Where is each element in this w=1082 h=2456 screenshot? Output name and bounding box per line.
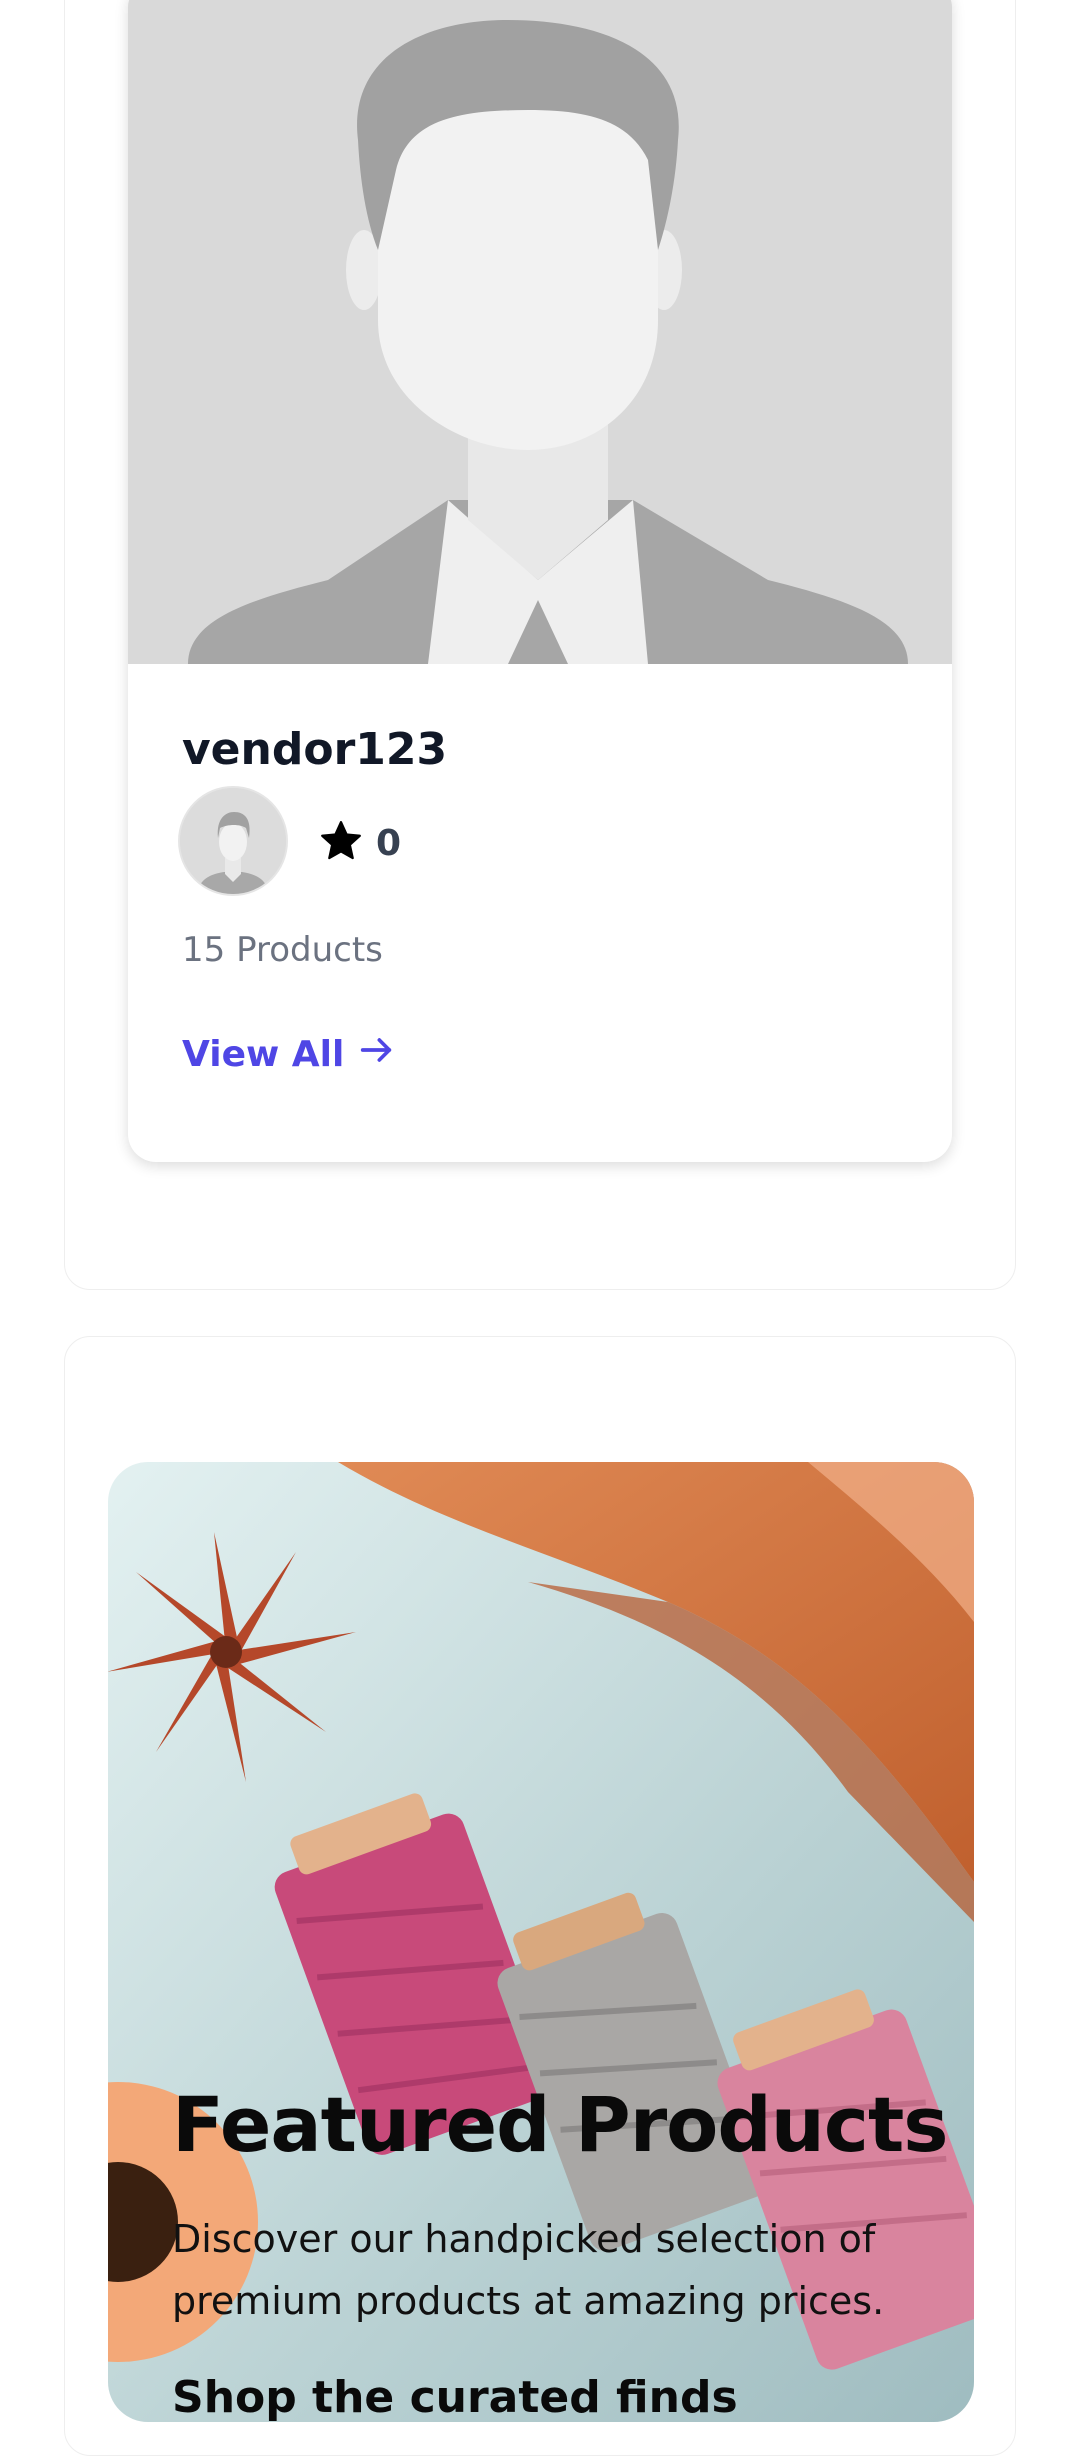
person-placeholder-icon [128,0,952,664]
avatar [180,788,286,894]
view-all-link[interactable]: View All [182,1030,396,1079]
vendor-card[interactable]: vendor123 0 15 Products View All [128,0,952,1162]
featured-hero: Featured Products Discover our handpicke… [108,1462,974,2422]
vendor-image [128,0,952,664]
products-count: 15 Products [182,930,383,970]
view-all-label: View All [182,1034,345,1075]
vendor-name: vendor123 [182,724,448,775]
featured-description: Discover our handpicked selection of pre… [172,2217,885,2323]
featured-title: Featured Products [172,2080,949,2169]
vendor-rating: 0 [318,815,401,871]
featured-cta[interactable]: Shop the curated finds [172,2372,738,2422]
arrow-right-icon [356,1030,396,1079]
star-icon [318,818,364,868]
rating-value: 0 [376,822,402,864]
